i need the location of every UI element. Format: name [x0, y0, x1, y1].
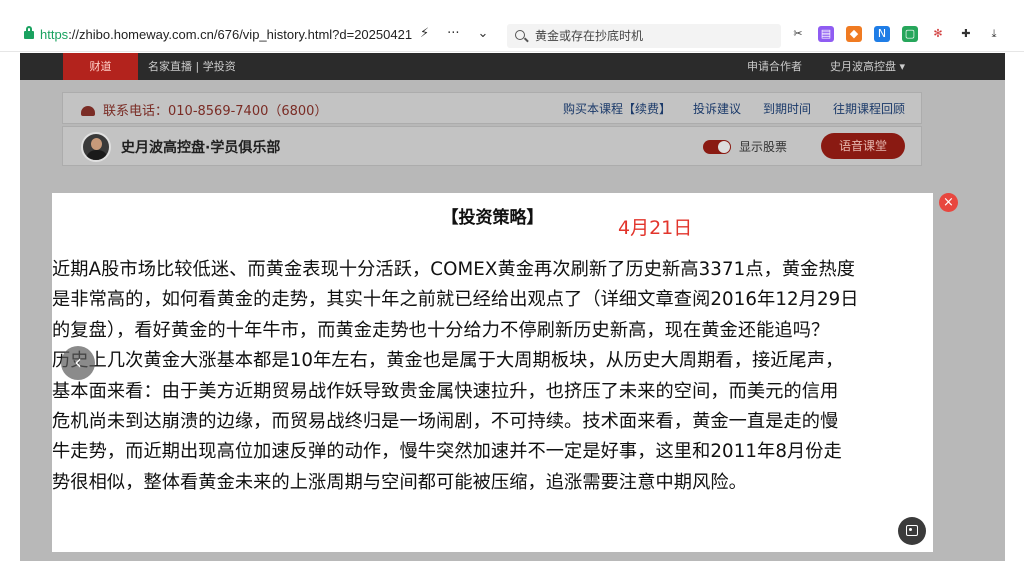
expiry-link[interactable]: 到期时间	[763, 100, 811, 117]
nav-right: 申请合作者 史月波高控盘 ▾	[747, 53, 905, 80]
bolt-icon[interactable]: ⚡	[420, 26, 429, 41]
body-line: 基本面来看：由于美方近期贸易战作妖导致贵金属快速拉升，也挤压了未来的空间，而美元…	[52, 380, 839, 402]
scissors-icon[interactable]: ✂	[790, 26, 806, 42]
extension-purple-icon[interactable]: ▤	[818, 26, 834, 42]
puzzle-icon[interactable]: ✚	[958, 26, 974, 42]
chevron-left-icon[interactable]: ‹	[61, 346, 95, 380]
site-navigation: 财道 名家直播 | 学投资 申请合作者 史月波高控盘 ▾	[20, 53, 1005, 80]
contact-phone: 联系电话：010-8569-7400（6800）	[81, 100, 327, 119]
address-row: https://zhibo.homeway.com.cn/676/vip_his…	[0, 22, 1024, 50]
browser-toolbar: https://zhibo.homeway.com.cn/676/vip_his…	[0, 0, 1024, 52]
body-line: 牛走势，而近期出现高位加速反弹的动作，慢牛突然加速并不一定是好事，这里和2011…	[52, 441, 842, 463]
show-stocks-toggle[interactable]	[703, 140, 731, 154]
chevron-down-icon[interactable]: ⌄	[478, 26, 489, 41]
contact-bar: 联系电话：010-8569-7400（6800） 购买本课程【续费】 投诉建议 …	[62, 92, 922, 124]
modal-body: 近期A股市场比较低迷、而黄金表现十分活跃，COMEX黄金再次刷新了历史新高337…	[52, 255, 933, 498]
tab-strip	[0, 0, 1024, 20]
extension-dots-icon[interactable]: ✻	[930, 26, 946, 42]
voice-class-button[interactable]: 语音课堂	[821, 133, 905, 159]
club-dropdown[interactable]: 史月波高控盘 ▾	[830, 53, 905, 80]
more-icon[interactable]: ···	[447, 26, 459, 41]
article-modal: 【投资策略】 4月21日 近期A股市场比较低迷、而黄金表现十分活跃，COMEX黄…	[52, 193, 933, 552]
body-line: 是非常高的，如何看黄金的走势，其实十年之前就已经给出观点了（详细文章查阅2016…	[52, 289, 859, 311]
search-input[interactable]: 黄金或存在抄底时机	[507, 24, 781, 48]
lock-icon	[24, 26, 34, 40]
body-line: 的复盘），看好黄金的十年牛市，而黄金走势也十分给力不停刷新历史新高，现在黄金还能…	[52, 319, 830, 341]
body-line: 历史上几次黄金大涨基本都是10年左右，黄金也是属于大周期板块，从历史大周期看，接…	[52, 350, 844, 372]
extension-blue-icon[interactable]: N	[874, 26, 890, 42]
past-courses-link[interactable]: 往期课程回顾	[833, 100, 905, 117]
phone-icon	[81, 106, 95, 116]
club-header: 史月波高控盘·学员俱乐部 显示股票 语音课堂	[62, 126, 922, 166]
apply-cooperation-link[interactable]: 申请合作者	[747, 53, 802, 80]
search-icon	[515, 30, 525, 40]
nav-home-link[interactable]: 财道	[63, 53, 138, 80]
download-icon[interactable]: ⤓	[986, 26, 1002, 42]
avatar	[81, 132, 111, 162]
address-bar[interactable]: https://zhibo.homeway.com.cn/676/vip_his…	[40, 27, 412, 42]
course-links: 购买本课程【续费】 投诉建议 到期时间 往期课程回顾	[563, 100, 905, 117]
modal-title: 【投资策略】	[441, 208, 544, 228]
extension-orange-icon[interactable]: ◆	[846, 26, 862, 42]
buy-course-link[interactable]: 购买本课程【续费】	[563, 100, 671, 117]
close-icon[interactable]: ×	[939, 193, 958, 212]
nav-links[interactable]: 名家直播 | 学投资	[148, 53, 236, 80]
voice-class-label: 语音课堂	[838, 139, 887, 153]
address-actions: ⚡ ··· ⌄	[420, 26, 488, 41]
extension-icons: ✂ ▤ ◆ N ▢ ✻ ✚ ⤓	[790, 26, 1002, 42]
modal-date: 4月21日	[618, 217, 693, 239]
club-title: 史月波高控盘·学员俱乐部	[121, 140, 281, 156]
body-line: 危机尚未到达崩溃的边缘，而贸易战终归是一场闹剧，不可持续。技术面来看，黄金一直是…	[52, 411, 839, 433]
show-stocks-label: 显示股票	[739, 140, 788, 154]
complaint-link[interactable]: 投诉建议	[693, 100, 741, 117]
body-line: 近期A股市场比较低迷、而黄金表现十分活跃，COMEX黄金再次刷新了历史新高337…	[52, 259, 856, 280]
image-icon[interactable]	[898, 517, 926, 545]
extension-green-icon[interactable]: ▢	[902, 26, 918, 42]
body-line: 势很相似，整体看黄金未来的上涨周期与空间都可能被压缩，追涨需要注意中期风险。	[52, 471, 747, 493]
